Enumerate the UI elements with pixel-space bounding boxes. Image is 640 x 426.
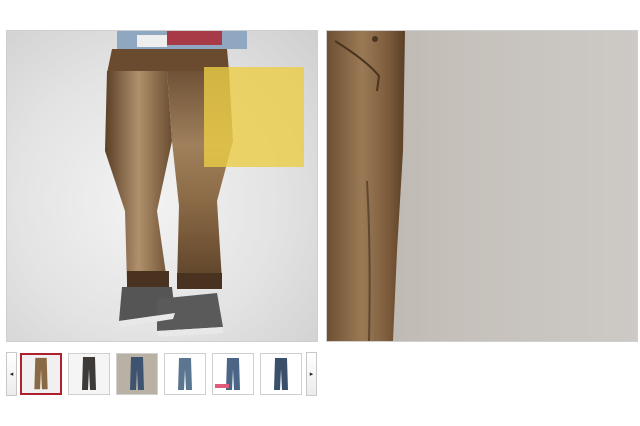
chevron-left-icon: ◂	[9, 370, 14, 378]
thumbnail-next-button[interactable]: ▸	[306, 352, 317, 396]
light-blue-jeans-thumbnail-icon	[165, 354, 205, 394]
brown-jeans-thumbnail-icon	[22, 355, 60, 393]
thumbnail-item[interactable]	[20, 353, 62, 395]
thumbnail-prev-button[interactable]: ◂	[6, 352, 17, 396]
navy-jeans-thumbnail-icon	[261, 354, 301, 394]
main-product-image[interactable]	[6, 30, 318, 342]
chevron-right-icon: ▸	[309, 370, 314, 378]
thumbnail-item[interactable]	[212, 353, 254, 395]
zoom-detail-view	[326, 30, 638, 342]
thumbnail-item[interactable]	[260, 353, 302, 395]
thumbnail-item[interactable]	[164, 353, 206, 395]
dark-jeans-thumbnail-icon	[69, 354, 109, 394]
blue-jeans-label-thumbnail-icon	[213, 354, 253, 394]
thumbnail-strip: ◂ ▸	[6, 352, 318, 396]
blue-jeans-thumbnail-icon	[117, 354, 157, 394]
thumbnail-item[interactable]	[116, 353, 158, 395]
thumbnail-item[interactable]	[68, 353, 110, 395]
zoomed-denim-detail	[327, 31, 405, 341]
zoom-lens[interactable]	[204, 67, 304, 167]
